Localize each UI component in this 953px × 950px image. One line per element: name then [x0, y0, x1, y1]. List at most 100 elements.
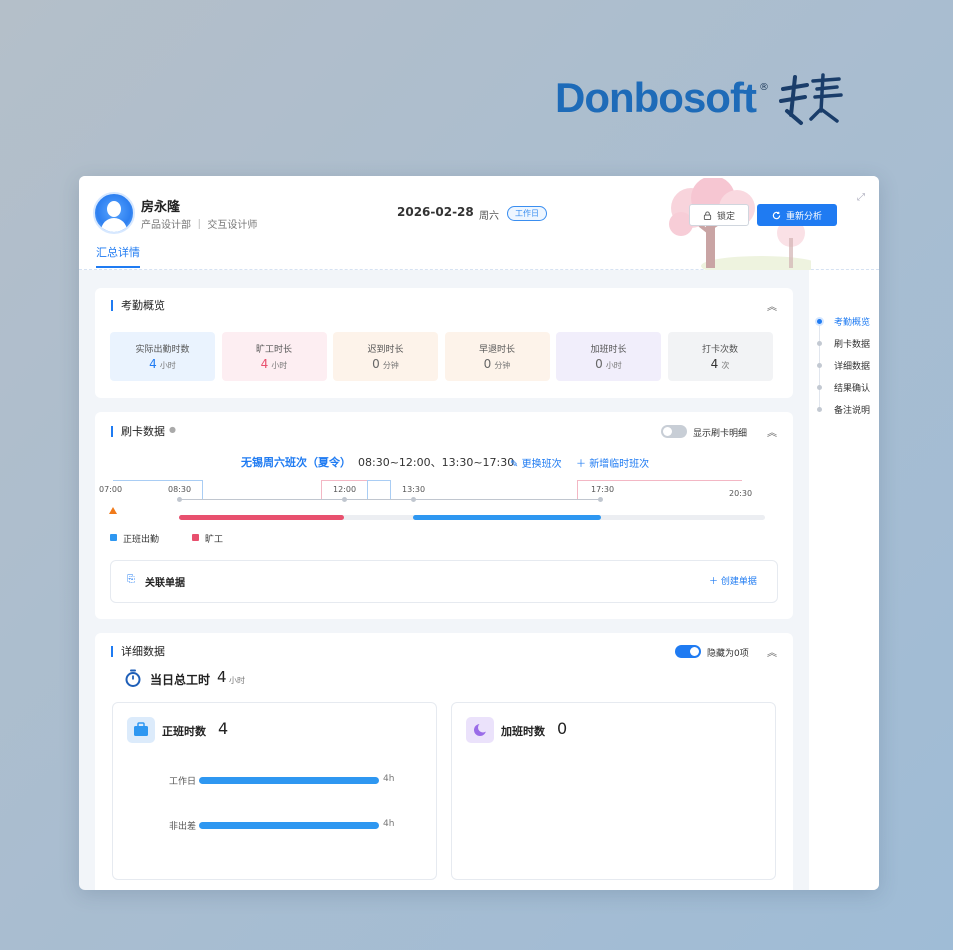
show-detail-toggle[interactable]: [661, 425, 687, 438]
tab-summary-details[interactable]: 汇总详情: [96, 244, 140, 268]
stat-value: 0 小时: [595, 357, 622, 371]
overview-card: 考勤概览 ︽ 实际出勤时数 4 小时 旷工时长 4 小时 迟到时长 0 分钟 早退时长 0 分钟 加班时…: [95, 288, 793, 398]
stat-value: 4 小时: [149, 357, 176, 371]
edit-icon: ✎: [510, 459, 519, 470]
anchor-overview[interactable]: 考勤概览: [809, 315, 879, 329]
stat-label: 加班时长: [590, 345, 627, 355]
stat-card[interactable]: 加班时长 0 小时: [556, 332, 661, 381]
document-icon: ⎘: [127, 574, 135, 585]
registered-mark: ®: [758, 81, 769, 93]
day-type-badge: 工作日: [507, 206, 547, 221]
bar-value: 4h: [383, 774, 395, 784]
app-window: 房永隆 产品设计部 ｜ 交互设计师 2026-02-28 周六 工作日 锁定 重…: [79, 176, 879, 890]
brand-name: Donbosoft: [555, 74, 757, 121]
punch-title: 刷卡数据: [111, 426, 165, 437]
related-docs-label: 关联单据: [145, 578, 185, 589]
timeline-tick: 20:30: [729, 489, 753, 498]
stat-label: 早退时长: [478, 345, 515, 355]
user-name: 房永隆: [141, 200, 181, 215]
plus-icon: ＋: [709, 577, 719, 587]
stat-card[interactable]: 旷工时长 4 小时: [221, 332, 327, 381]
punch-card: 刷卡数据 ● 显示刷卡明细 ︽ 无锡周六班次（夏令） 08:30~12:00、1…: [95, 412, 793, 619]
create-doc-link[interactable]: ＋ 创建单据: [709, 574, 757, 587]
stat-label: 实际出勤时数: [135, 345, 190, 355]
overtime-hours-title: 加班时数: [501, 725, 545, 738]
collapse-chevron-icon[interactable]: ︽: [767, 424, 777, 439]
stat-card[interactable]: 打卡次数 4 次: [667, 332, 773, 381]
bar-label: 非出差: [168, 822, 196, 832]
info-icon[interactable]: ●: [169, 425, 176, 434]
stat-unit: 小时: [271, 361, 288, 370]
stat-label: 迟到时长: [367, 345, 404, 355]
timeline-tick: 07:00: [99, 485, 123, 494]
avatar: [93, 192, 135, 234]
weekday: 周六: [479, 211, 499, 222]
lock-button[interactable]: 锁定: [689, 204, 749, 226]
legend-label-absent: 旷工: [205, 535, 224, 545]
stat-card[interactable]: 实际出勤时数 4 小时: [110, 332, 215, 381]
stat-value: 4 小时: [260, 357, 288, 371]
total-hours-label: 当日总工时: [150, 673, 211, 687]
brand-logo: Donbosoft ®: [555, 68, 865, 128]
regular-hours-value: 4: [218, 719, 229, 738]
show-detail-label: 显示刷卡明细: [693, 429, 748, 439]
attendance-date: 2026-02-28: [397, 205, 474, 219]
hide-zero-label: 隐藏为0项: [707, 649, 749, 659]
detail-title: 详细数据: [111, 646, 165, 657]
stat-label: 打卡次数: [701, 345, 738, 355]
lock-label: 锁定: [716, 211, 735, 222]
timeline-tick: 08:30: [168, 485, 192, 494]
stat-card[interactable]: 迟到时长 0 分钟: [333, 332, 438, 381]
stat-label: 旷工时长: [255, 345, 292, 355]
user-department: 产品设计部 ｜ 交互设计师: [141, 220, 258, 231]
stat-card[interactable]: 早退时长 0 分钟: [444, 332, 550, 381]
refresh-icon: [772, 211, 781, 219]
timeline-tick: 17:30: [591, 485, 615, 494]
hours-bar: [199, 822, 379, 829]
moon-icon: [466, 717, 494, 743]
briefcase-icon: [127, 717, 155, 743]
shift-name: 无锡周六班次（夏令）: [241, 456, 351, 469]
anchor-result-confirm[interactable]: 结果确认: [809, 381, 879, 395]
absent-segment: [179, 515, 344, 520]
stat-unit: 分钟: [382, 361, 399, 370]
legend-label-regular: 正班出勤: [123, 535, 160, 545]
anchor-punch-data[interactable]: 刷卡数据: [809, 337, 879, 351]
reanalyze-label: 重新分析: [785, 211, 822, 222]
timeline-tick: 12:00: [333, 485, 357, 494]
total-hours-value: 4: [217, 668, 227, 686]
anchor-detail-data[interactable]: 详细数据: [809, 359, 879, 373]
stat-value: 0 分钟: [483, 357, 511, 371]
lock-icon: [703, 210, 712, 220]
stat-unit: 小时: [159, 361, 176, 370]
stopwatch-icon: [125, 669, 141, 687]
timeline-tick: 13:30: [402, 485, 426, 494]
detail-card: 详细数据 隐藏为0项 ︽ 当日总工时 4 小时 正班时数 4 工作日 4h 非出差 4…: [95, 633, 793, 890]
brand-calligraphy-logo: [778, 72, 843, 125]
collapse-chevron-icon[interactable]: ︽: [767, 644, 777, 659]
bar-value: 4h: [383, 819, 395, 829]
reanalyze-button[interactable]: 重新分析: [757, 204, 837, 226]
stat-value: 4次: [710, 357, 730, 371]
bar-label: 工作日: [168, 777, 196, 787]
stat-value: 0 分钟: [372, 357, 399, 371]
regular-hours-title: 正班时数: [162, 725, 206, 738]
change-shift-link[interactable]: ✎ 更换班次: [510, 455, 562, 470]
fullscreen-icon[interactable]: ⤢: [857, 192, 865, 203]
regular-hours-panel: 正班时数 4 工作日 4h 非出差 4h: [112, 702, 437, 880]
anchor-nav: 考勤概览 刷卡数据 详细数据 结果确认 备注说明: [809, 270, 879, 890]
legend-swatch-regular: [110, 534, 117, 541]
warning-marker-icon: [109, 507, 117, 514]
header-bar: 房永隆 产品设计部 ｜ 交互设计师 2026-02-28 周六 工作日 锁定 重…: [79, 176, 879, 270]
stat-unit: 分钟: [494, 361, 511, 370]
anchor-remarks[interactable]: 备注说明: [809, 403, 879, 417]
shift-hours: 08:30~12:00、13:30~17:30: [358, 456, 515, 469]
collapse-chevron-icon[interactable]: ︽: [767, 298, 777, 313]
hide-zero-toggle[interactable]: [675, 645, 701, 658]
total-hours-unit: 小时: [229, 676, 245, 685]
add-temp-shift-link[interactable]: ＋ 新增临时班次: [576, 455, 649, 470]
legend-swatch-absent: [192, 534, 199, 541]
overview-title: 考勤概览: [111, 300, 165, 311]
stat-unit: 次: [721, 361, 730, 370]
related-docs-panel: ⎘ 关联单据 ＋ 创建单据: [110, 560, 778, 603]
